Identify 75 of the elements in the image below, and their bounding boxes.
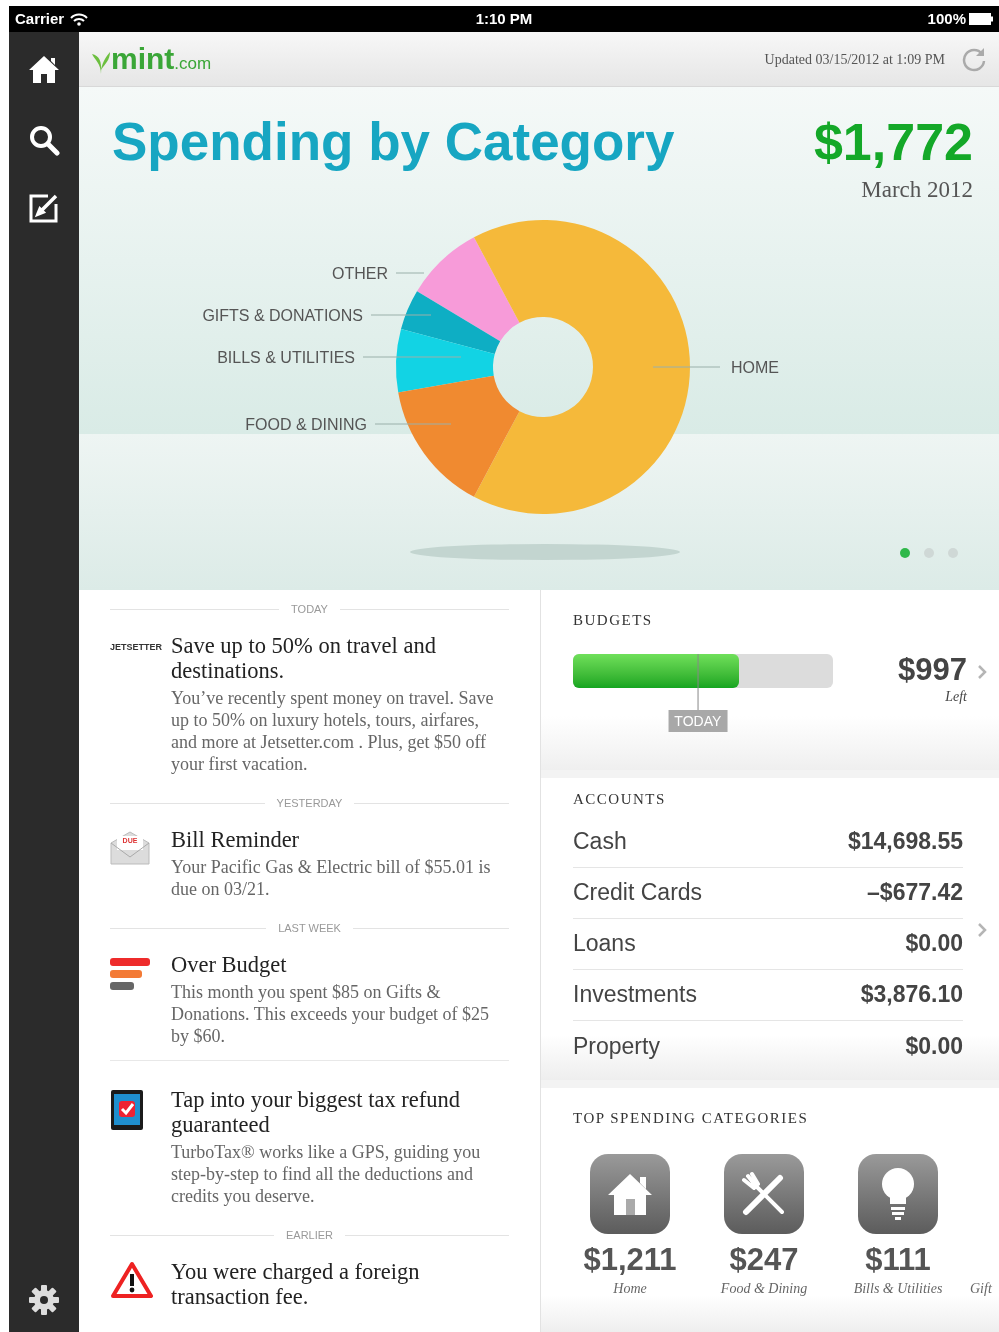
- account-balance: $14,698.55: [847, 827, 963, 857]
- budget-caption: Left: [945, 688, 967, 706]
- period-label: March 2012: [861, 177, 973, 203]
- compose-icon[interactable]: [28, 192, 60, 224]
- section-heading: BUDGETS: [573, 612, 653, 628]
- home-icon[interactable]: [28, 54, 60, 84]
- account-name: Credit Cards: [573, 878, 703, 908]
- account-name: Cash: [573, 827, 627, 857]
- chevron-right-icon[interactable]: [977, 921, 987, 938]
- donut-slice[interactable]: [398, 375, 520, 497]
- donut-slice[interactable]: [396, 328, 495, 393]
- fork-knife-icon[interactable]: [724, 1153, 804, 1234]
- lightbulb-icon[interactable]: [858, 1153, 938, 1234]
- feed-title[interactable]: Over Budget: [171, 952, 509, 977]
- account-name: Property: [573, 1031, 660, 1061]
- feed-body: TurboTax® works like a GPS, guiding you step-by-step to find all the deductions and credits you deserve.: [171, 1141, 482, 1207]
- section-label: EARLIER: [285, 1230, 334, 1241]
- donut-slice[interactable]: [474, 220, 690, 514]
- page-indicator-dot[interactable]: [900, 548, 910, 558]
- category-amount: $247: [729, 1241, 799, 1278]
- leader-line: [395, 272, 425, 274]
- category-amount: $1,211: [583, 1241, 677, 1278]
- battery-percent: 100%: [927, 8, 966, 29]
- carrier-label: Carrier: [15, 8, 65, 29]
- total-amount: $1,772: [813, 112, 973, 173]
- account-balance: $0.00: [905, 1031, 963, 1061]
- search-icon[interactable]: [28, 124, 60, 156]
- updated-timestamp: Updated 03/15/2012 at 1:09 PM: [764, 50, 945, 69]
- category-label: Home: [613, 1279, 647, 1298]
- account-balance: $3,876.10: [860, 980, 963, 1010]
- brand-logo: JETSETTER: [110, 643, 162, 654]
- donut-slice[interactable]: [401, 291, 501, 355]
- feed-title[interactable]: You were charged a foreign transaction fee.: [171, 1259, 509, 1309]
- account-name: Loans: [573, 929, 636, 959]
- donut-slice[interactable]: [417, 237, 520, 342]
- leader-line: [370, 314, 432, 316]
- feed-title[interactable]: Save up to 50% on travel and destinations.: [171, 633, 509, 683]
- section-label: TODAY: [291, 604, 328, 615]
- slice-label: HOME: [731, 359, 779, 376]
- battery-icon: [969, 13, 993, 25]
- feed-body: This month you spent $85 on Gifts & Donations. This exceeds your budget of $25 by $60.: [171, 981, 491, 1047]
- slice-label: OTHER: [332, 265, 388, 282]
- category-amount: $111: [865, 1241, 931, 1278]
- bar-chart-icon: [110, 956, 150, 992]
- slice-label: GIFTS & DONATIONS: [202, 307, 363, 324]
- section-heading: TOP SPENDING CATEGORIES: [573, 1109, 809, 1126]
- chart-title: Spending by Category: [112, 111, 675, 173]
- leader-line: [652, 366, 721, 368]
- status-time: 1:10 PM: [475, 8, 533, 29]
- section-heading: ACCOUNTS: [573, 790, 667, 809]
- house-icon[interactable]: [590, 1153, 670, 1234]
- account-balance: $0.00: [905, 929, 963, 959]
- feed-title[interactable]: Tap into your biggest tax refund guaranteed: [171, 1087, 509, 1137]
- warning-icon: [110, 1261, 154, 1299]
- wifi-icon: [70, 12, 89, 26]
- account-name: Investments: [573, 980, 697, 1010]
- accounts-panel[interactable]: ACCOUNTS Cash $14,698.55 Credit Cards –$677.42 Loans $0.00 Investments $3,876.10 Property $0.00: [541, 778, 999, 1080]
- feed-body: You’ve recently spent money on travel. Save up to 50% on luxury hotels, tours, airfares, and more at Jetsetter.com . Plus, get $50 off your first vacation.: [171, 687, 495, 775]
- section-label: LAST WEEK: [278, 923, 341, 934]
- category-label: Bills & Utilities: [853, 1279, 943, 1298]
- category-label: Food & Dining: [720, 1279, 808, 1298]
- tablet-checkmark-icon: [110, 1089, 144, 1131]
- feed-body: Your Pacific Gas & Electric bill of $55.01 is due on 03/21.: [171, 856, 492, 900]
- section-label: YESTERDAY: [276, 798, 343, 809]
- feed-title[interactable]: Bill Reminder: [171, 827, 509, 852]
- slice-label: BILLS & UTILITIES: [217, 349, 355, 366]
- refresh-icon[interactable]: [961, 46, 987, 72]
- settings-icon[interactable]: [28, 1284, 60, 1316]
- mint-logo: mint.com: [91, 44, 212, 74]
- budgets-panel[interactable]: BUDGETS TODAY $997 Left: [541, 590, 999, 770]
- slice-label: FOOD & DINING: [245, 416, 367, 433]
- budget-remaining: $997: [898, 654, 967, 686]
- category-label: Gift: [969, 1279, 992, 1298]
- chevron-right-icon[interactable]: [977, 664, 987, 680]
- account-balance: –$677.42: [867, 878, 963, 908]
